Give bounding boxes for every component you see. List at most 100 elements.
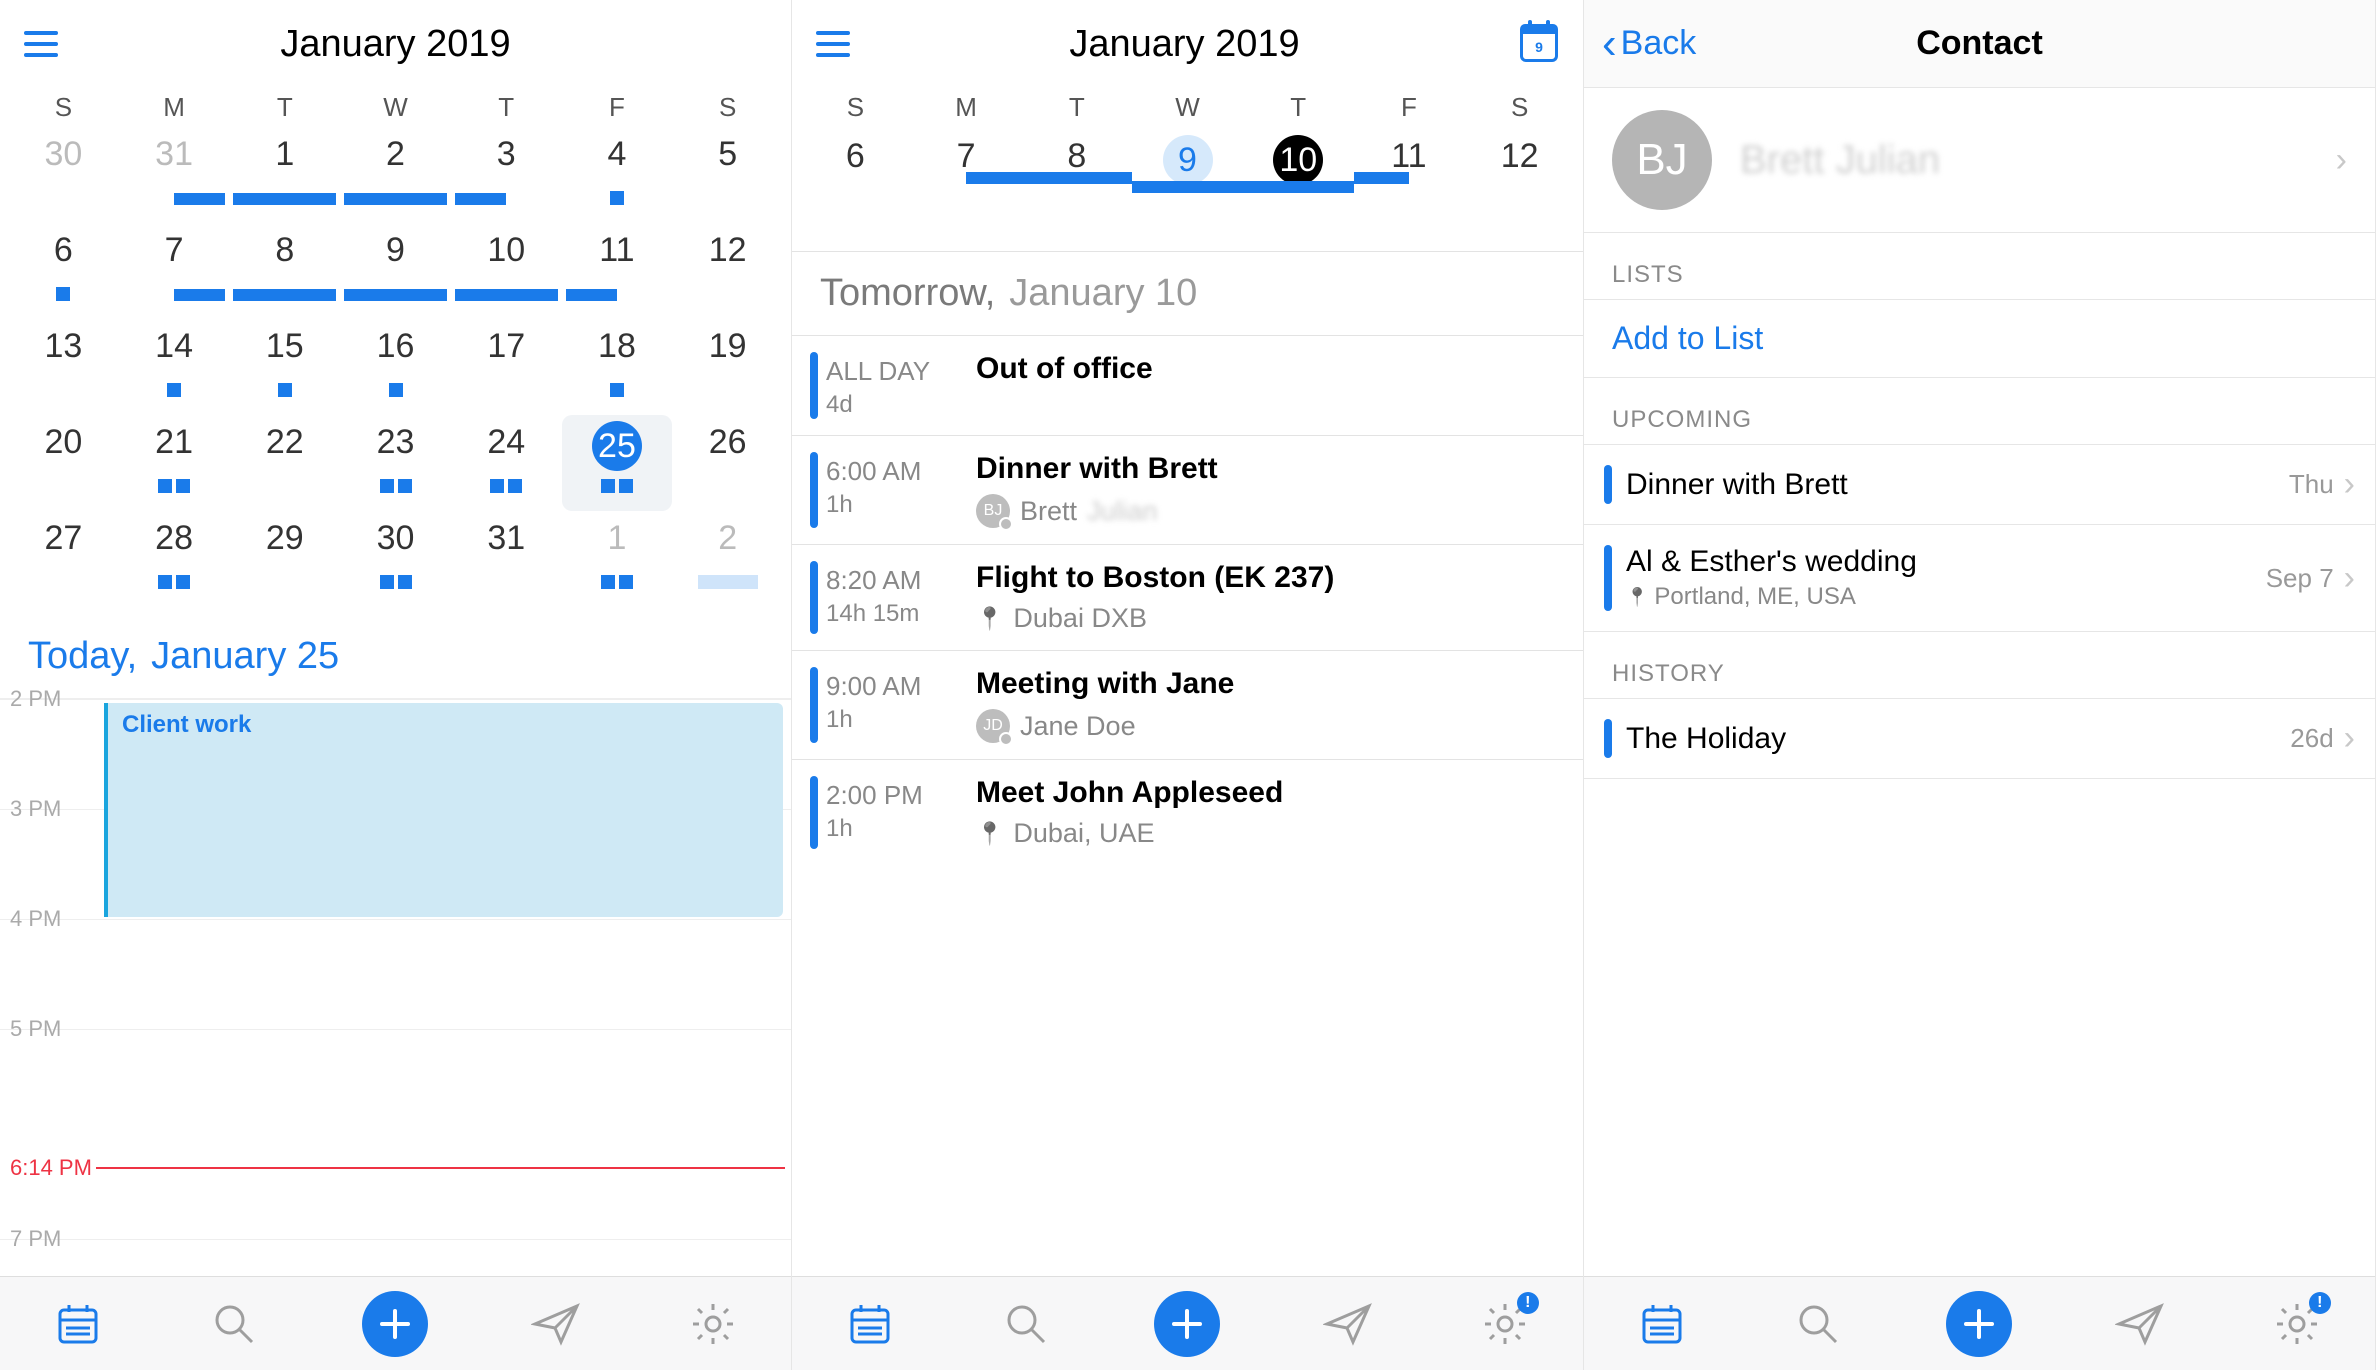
day-cell[interactable]: 24 <box>451 415 562 511</box>
agenda-event[interactable]: ALL DAY4dOut of office <box>792 335 1583 435</box>
day-cell[interactable]: 2 <box>672 511 783 607</box>
send-icon[interactable] <box>1321 1296 1377 1352</box>
day-number: 8 <box>1067 129 1086 176</box>
day-cell[interactable]: 4 <box>562 127 673 223</box>
month-title[interactable]: January 2019 <box>58 23 733 66</box>
weekday-label: T <box>451 92 562 123</box>
day-cell[interactable]: 31 <box>119 127 230 223</box>
agenda-event[interactable]: 9:00 AM1hMeeting with JaneJDJane Doe <box>792 650 1583 759</box>
day-number: 27 <box>44 511 82 558</box>
weekstrip-day[interactable]: 8 <box>1021 129 1132 176</box>
today-icon[interactable]: 9 <box>1519 24 1559 64</box>
weekday-label: F <box>562 92 673 123</box>
day-cell[interactable]: 8 <box>229 223 340 319</box>
weekstrip-day[interactable]: 7 <box>911 129 1022 176</box>
hour-label: 3 PM <box>10 796 61 822</box>
day-cell[interactable]: 30 <box>8 127 119 223</box>
item-stripe <box>1604 465 1612 504</box>
list-item[interactable]: Dinner with BrettThu› <box>1584 444 2375 524</box>
weekday-label: W <box>340 92 451 123</box>
day-cell[interactable]: 23 <box>340 415 451 511</box>
menu-icon[interactable] <box>24 31 58 57</box>
settings-icon[interactable]: ! <box>2269 1296 2325 1352</box>
weekstrip-day[interactable]: 11 <box>1354 129 1465 176</box>
day-cell[interactable]: 2 <box>340 127 451 223</box>
event-stripe <box>810 667 818 743</box>
day-cell[interactable]: 10 <box>451 223 562 319</box>
person-name: Jane Doe <box>1020 711 1136 742</box>
day-cell[interactable]: 26 <box>672 415 783 511</box>
weekstrip-day[interactable]: 12 <box>1464 129 1575 176</box>
weekstrip-day[interactable]: 9 <box>1132 129 1243 185</box>
day-header: Tomorrow, January 10 <box>792 252 1583 335</box>
agenda-event[interactable]: 6:00 AM1hDinner with BrettBJBrettJulian <box>792 435 1583 544</box>
event-stripe <box>810 561 818 634</box>
day-cell[interactable]: 20 <box>8 415 119 511</box>
weekstrip-day[interactable]: 6 <box>800 129 911 176</box>
day-cell[interactable]: 29 <box>229 511 340 607</box>
day-cell[interactable]: 21 <box>119 415 230 511</box>
day-cell[interactable]: 11 <box>562 223 673 319</box>
contact-header-row[interactable]: BJ Brett Julian › <box>1584 88 2375 233</box>
chevron-right-icon: › <box>2344 719 2355 758</box>
send-icon[interactable] <box>2113 1296 2169 1352</box>
list-item[interactable]: Al & Esther's wedding📍Portland, ME, USAS… <box>1584 524 2375 632</box>
day-cell[interactable]: 30 <box>340 511 451 607</box>
month-title[interactable]: January 2019 <box>850 23 1519 66</box>
day-cell[interactable]: 15 <box>229 319 340 415</box>
day-cell[interactable]: 25 <box>562 415 673 511</box>
search-icon[interactable] <box>998 1296 1054 1352</box>
list-item[interactable]: The Holiday26d› <box>1584 698 2375 779</box>
calendar-icon[interactable] <box>842 1296 898 1352</box>
day-cell[interactable]: 18 <box>562 319 673 415</box>
day-number: 10 <box>1273 135 1323 185</box>
header: January 2019 <box>0 0 791 88</box>
back-button[interactable]: ‹ Back <box>1602 19 1696 69</box>
day-cell[interactable]: 22 <box>229 415 340 511</box>
day-number: 3 <box>497 127 516 174</box>
day-cell[interactable]: 5 <box>672 127 783 223</box>
day-cell[interactable]: 1 <box>229 127 340 223</box>
day-cell[interactable]: 19 <box>672 319 783 415</box>
settings-icon[interactable]: ! <box>1477 1296 1533 1352</box>
add-button[interactable] <box>1946 1291 2012 1357</box>
day-cell[interactable]: 17 <box>451 319 562 415</box>
search-icon[interactable] <box>1790 1296 1846 1352</box>
item-meta: 26d <box>2290 723 2333 754</box>
day-cell[interactable]: 13 <box>8 319 119 415</box>
day-cell[interactable]: 16 <box>340 319 451 415</box>
send-icon[interactable] <box>529 1296 585 1352</box>
weekstrip-day[interactable]: 10 <box>1243 129 1354 185</box>
add-button[interactable] <box>1154 1291 1220 1357</box>
calendar-icon[interactable] <box>1634 1296 1690 1352</box>
agenda-event[interactable]: 2:00 PM1hMeet John Appleseed📍Dubai, UAE <box>792 759 1583 865</box>
day-number: 5 <box>718 127 737 174</box>
agenda-list: ALL DAY4dOut of office6:00 AM1hDinner wi… <box>792 335 1583 1276</box>
chevron-right-icon: › <box>2344 559 2355 598</box>
day-cell[interactable]: 3 <box>451 127 562 223</box>
day-cell[interactable]: 27 <box>8 511 119 607</box>
day-cell[interactable]: 1 <box>562 511 673 607</box>
day-cell[interactable]: 9 <box>340 223 451 319</box>
day-cell[interactable]: 12 <box>672 223 783 319</box>
day-timeline[interactable]: 2 PM 3 PM 4 PM 5 PM 7 PM 6:14 PM Client … <box>0 698 791 1276</box>
agenda-event[interactable]: 8:20 AM14h 15mFlight to Boston (EK 237)📍… <box>792 544 1583 650</box>
day-cell[interactable]: 31 <box>451 511 562 607</box>
event-time: 9:00 AM1h <box>826 667 976 743</box>
add-to-list-row[interactable]: Add to List <box>1584 299 2375 378</box>
weekday-label: T <box>229 92 340 123</box>
section-header-lists: LISTS <box>1584 233 2375 299</box>
calendar-icon[interactable] <box>50 1296 106 1352</box>
day-cell[interactable]: 6 <box>8 223 119 319</box>
search-icon[interactable] <box>206 1296 262 1352</box>
day-cell[interactable]: 28 <box>119 511 230 607</box>
person-avatar: BJ <box>976 494 1010 528</box>
day-cell[interactable]: 7 <box>119 223 230 319</box>
weekday-label: T <box>1021 92 1132 123</box>
menu-icon[interactable] <box>816 31 850 57</box>
section-header-upcoming: UPCOMING <box>1584 378 2375 444</box>
settings-icon[interactable] <box>685 1296 741 1352</box>
day-number: 9 <box>386 223 405 270</box>
day-cell[interactable]: 14 <box>119 319 230 415</box>
event-block[interactable]: Client work <box>104 703 783 917</box>
